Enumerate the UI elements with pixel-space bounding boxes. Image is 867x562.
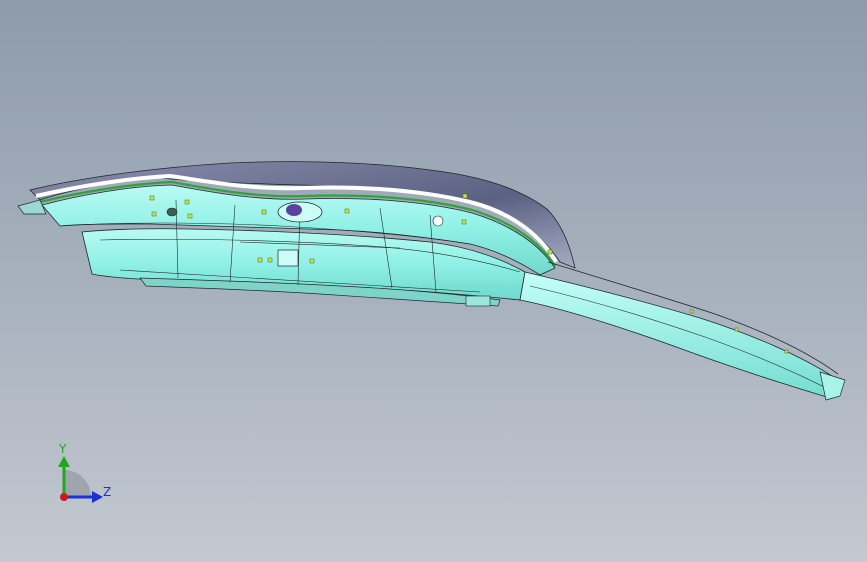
slot-cutout <box>277 249 299 267</box>
hole-left <box>166 207 178 217</box>
hole-right <box>432 215 444 227</box>
part-model[interactable] <box>0 0 867 562</box>
bottom-bracket <box>465 295 491 307</box>
arm <box>519 271 836 399</box>
oval-window-dark <box>286 204 302 216</box>
cad-graphics-viewport[interactable]: Y Z <box>0 0 867 562</box>
